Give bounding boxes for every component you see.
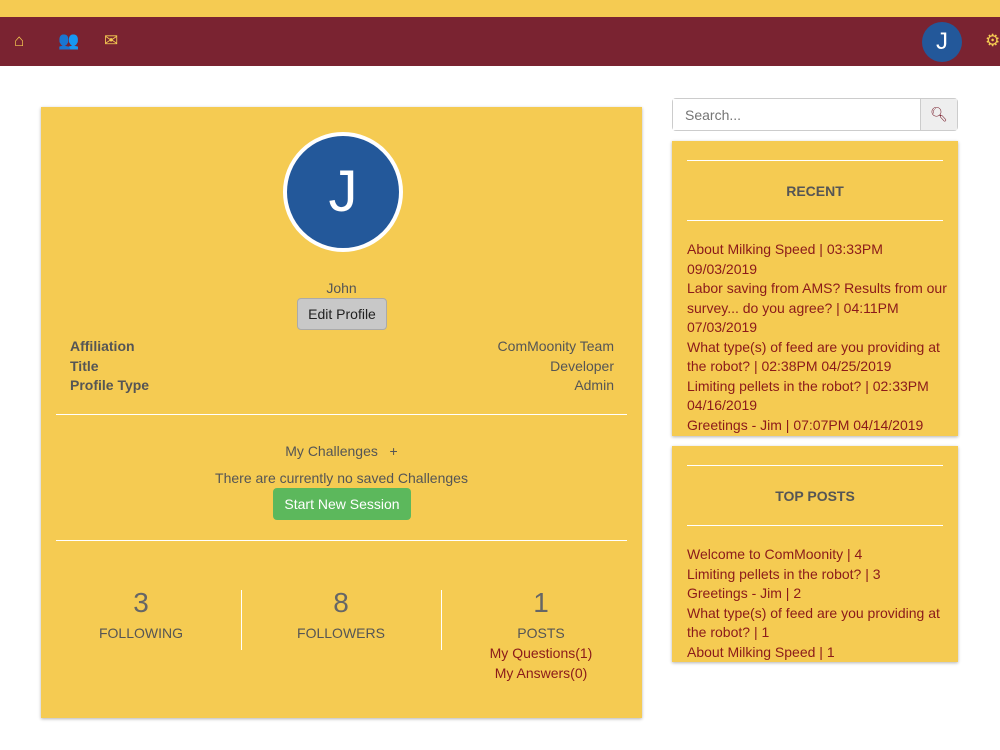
- followers-label: FOLLOWERS: [297, 625, 385, 641]
- profile-avatar: J: [283, 132, 403, 252]
- field-label: Affiliation: [70, 338, 135, 354]
- field-label: Profile Type: [70, 377, 150, 393]
- recent-item[interactable]: Labor saving from AMS? Results from our …: [687, 279, 949, 338]
- add-challenge-button[interactable]: +: [390, 443, 398, 459]
- profile-field: Title Developer: [70, 358, 614, 374]
- user-avatar[interactable]: J: [922, 22, 962, 62]
- search-button[interactable]: 🔍︎: [920, 99, 957, 130]
- divider: [687, 220, 943, 221]
- top-posts-list: Welcome to ComMoonity | 4 Limiting pelle…: [687, 545, 949, 662]
- profile-field: Affiliation ComMoonity Team: [70, 338, 614, 354]
- top-strip: [0, 0, 1000, 17]
- search-input[interactable]: [673, 99, 920, 130]
- navbar: ⌂ 👥 ✉ J ⚙: [0, 17, 1000, 66]
- challenges-empty-text: There are currently no saved Challenges: [215, 470, 468, 486]
- top-post-item[interactable]: Greetings - Jim | 2: [687, 584, 949, 604]
- top-posts-title: TOP POSTS: [775, 488, 855, 504]
- divider: [687, 160, 943, 161]
- recent-item[interactable]: About Milking Speed | 03:33PM 09/03/2019: [687, 240, 949, 279]
- field-value: Admin: [574, 377, 614, 393]
- followers-stat[interactable]: 8 FOLLOWERS: [241, 587, 441, 641]
- divider: [687, 525, 943, 526]
- top-posts-panel: TOP POSTS Welcome to ComMoonity | 4 Limi…: [672, 446, 958, 662]
- field-value: Developer: [550, 358, 614, 374]
- gear-icon[interactable]: ⚙: [985, 31, 1000, 51]
- search-icon: 🔍︎: [930, 106, 948, 122]
- challenges-header: My Challenges +: [41, 443, 642, 459]
- field-label: Title: [70, 358, 99, 374]
- top-post-item[interactable]: What type(s) of feed are you providing a…: [687, 604, 949, 643]
- my-questions-link[interactable]: My Questions(1): [441, 645, 641, 661]
- posts-count: 1: [533, 587, 549, 618]
- divider: [687, 465, 943, 466]
- recent-item[interactable]: What type(s) of feed are you providing a…: [687, 338, 949, 377]
- field-value: ComMoonity Team: [497, 338, 614, 354]
- following-stat[interactable]: 3 FOLLOWING: [41, 587, 241, 641]
- home-icon[interactable]: ⌂: [14, 31, 24, 51]
- following-label: FOLLOWING: [98, 625, 183, 641]
- posts-label: POSTS: [517, 625, 565, 641]
- mail-icon[interactable]: ✉: [104, 31, 118, 51]
- recent-title: RECENT: [786, 183, 844, 199]
- recent-item[interactable]: Limiting pellets in the robot? | 02:33PM…: [687, 377, 949, 416]
- top-post-item[interactable]: Limiting pellets in the robot? | 3: [687, 565, 949, 585]
- divider: [56, 540, 627, 541]
- top-post-item[interactable]: About Milking Speed | 1: [687, 643, 949, 663]
- recent-item[interactable]: Greetings - Jim | 07:07PM 04/14/2019: [687, 416, 949, 436]
- posts-stat: 1 POSTS My Questions(1) My Answers(0): [441, 587, 641, 681]
- divider: [56, 414, 627, 415]
- profile-field: Profile Type Admin: [70, 377, 614, 393]
- profile-card: J John Edit Profile Affiliation ComMoonit…: [41, 107, 642, 718]
- followers-count: 8: [333, 587, 349, 618]
- search-bar: 🔍︎: [672, 98, 958, 131]
- following-count: 3: [133, 587, 149, 618]
- recent-list: About Milking Speed | 03:33PM 09/03/2019…: [687, 240, 949, 435]
- edit-profile-button[interactable]: Edit Profile: [297, 298, 387, 330]
- users-icon[interactable]: 👥: [58, 31, 79, 51]
- top-post-item[interactable]: Welcome to ComMoonity | 4: [687, 545, 949, 565]
- recent-panel: RECENT About Milking Speed | 03:33PM 09/…: [672, 141, 958, 436]
- challenges-title: My Challenges: [285, 443, 378, 459]
- start-new-session-button[interactable]: Start New Session: [273, 488, 411, 520]
- my-answers-link[interactable]: My Answers(0): [441, 665, 641, 681]
- profile-name: John: [326, 280, 357, 296]
